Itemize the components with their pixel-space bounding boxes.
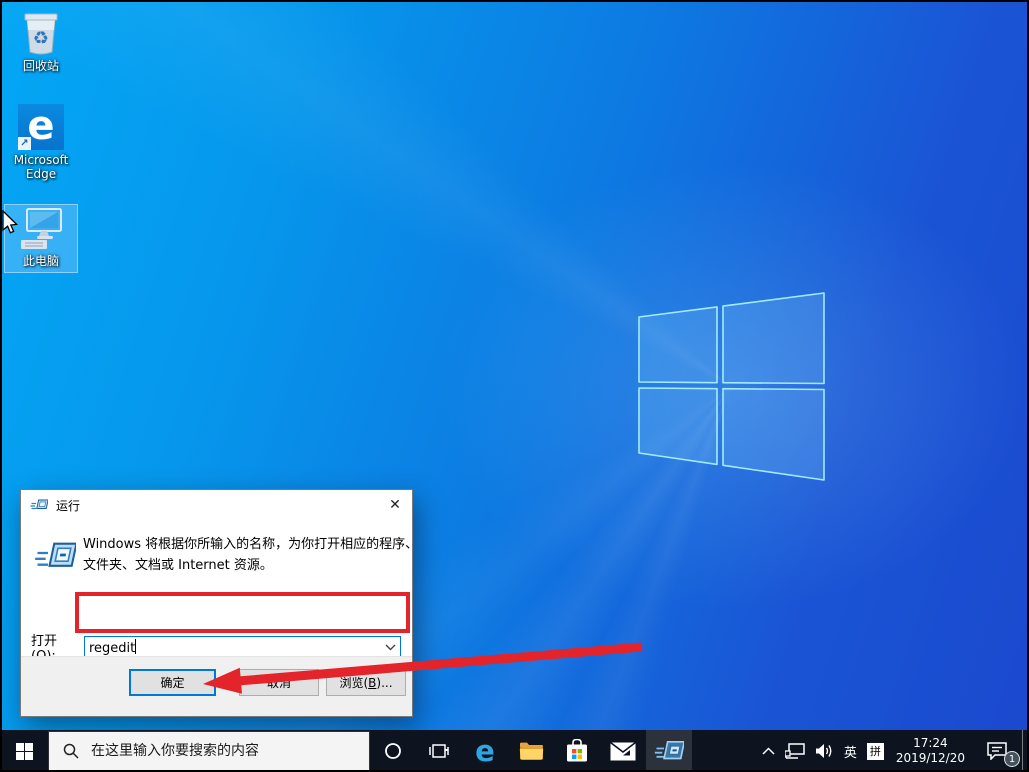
- system-tray: 英 拼 17:24 2019/12/20 1: [757, 730, 1029, 772]
- action-center-button[interactable]: 1: [972, 730, 1022, 772]
- windows-desktop-screen: ♻ 回收站 e ↗ Microsoft Edge 此电脑 运行 ✕ Window…: [0, 0, 1029, 772]
- windows-start-icon: [15, 742, 33, 760]
- tray-volume[interactable]: [810, 730, 839, 772]
- run-dialog-body: Windows 将根据你所输入的名称，为你打开相应的程序、 文件夹、文档或 In…: [21, 520, 418, 664]
- tray-clock[interactable]: 17:24 2019/12/20: [889, 730, 972, 772]
- chevron-down-icon: [385, 644, 395, 650]
- description-line-2: 文件夹、文档或 Internet 资源。: [83, 558, 273, 573]
- taskbar-search-box[interactable]: [48, 731, 370, 771]
- combobox-dropdown-button[interactable]: [380, 644, 400, 651]
- mail-icon: [610, 741, 636, 760]
- run-command-value: regedit: [89, 638, 137, 656]
- taskbar-store-button[interactable]: [554, 730, 600, 772]
- run-dialog-footer: 确定 取消 浏览(B)...: [21, 656, 412, 716]
- run-app-icon: [654, 741, 684, 760]
- microsoft-edge-icon: e ↗: [18, 104, 64, 150]
- taskbar-run-app-button[interactable]: [646, 730, 692, 772]
- tray-ime-mode[interactable]: 拼: [862, 730, 889, 772]
- desktop-icon-label: 此电脑: [22, 254, 59, 268]
- start-button[interactable]: [0, 730, 48, 772]
- recycle-bin-icon: ♻: [24, 13, 58, 55]
- ok-button[interactable]: 确定: [129, 669, 216, 696]
- svg-text:♻: ♻: [33, 28, 49, 49]
- cortana-icon: [385, 743, 401, 759]
- desktop-icon-microsoft-edge[interactable]: e ↗ Microsoft Edge: [6, 104, 76, 181]
- shortcut-arrow-icon: ↗: [18, 137, 31, 150]
- search-input[interactable]: [89, 742, 353, 760]
- task-view-icon: [429, 744, 449, 758]
- show-desktop-button[interactable]: [1022, 730, 1029, 772]
- run-big-icon: [35, 542, 76, 567]
- run-dialog-icon: [30, 499, 48, 510]
- network-ethernet-icon: [784, 743, 805, 759]
- taskbar: e: [0, 730, 1029, 772]
- windows-logo-wallpaper: [638, 292, 825, 481]
- chevron-up-icon: [762, 747, 775, 755]
- run-dialog-titlebar[interactable]: 运行 ✕: [21, 490, 412, 520]
- tray-show-hidden-icons[interactable]: [757, 730, 780, 772]
- text-caret: [135, 638, 137, 654]
- cancel-button[interactable]: 取消: [239, 669, 319, 696]
- speaker-icon: [815, 744, 832, 758]
- browse-button[interactable]: 浏览(B)...: [326, 669, 406, 696]
- close-icon[interactable]: ✕: [378, 491, 412, 520]
- microsoft-store-icon: [567, 739, 587, 762]
- desktop-icon-label: 回收站: [22, 59, 59, 73]
- tray-ime-language[interactable]: 英: [839, 730, 862, 772]
- notification-count-badge: 1: [1004, 751, 1020, 767]
- desktop-icon-recycle-bin[interactable]: ♻ 回收站: [6, 6, 76, 73]
- desktop-icon-label: Microsoft Edge: [13, 153, 69, 181]
- edge-icon: e: [475, 734, 495, 768]
- search-icon: [63, 743, 79, 759]
- tray-network[interactable]: [780, 730, 810, 772]
- ime-pinyin-indicator: 拼: [866, 742, 884, 760]
- clock-date: 2019/12/20: [895, 751, 965, 765]
- run-dialog: 运行 ✕ Windows 将根据你所输入的名称，为你打开相应的程序、 文件夹、文…: [20, 489, 418, 717]
- this-pc-icon: [21, 208, 62, 249]
- desktop-icon-this-pc[interactable]: 此电脑: [4, 204, 78, 273]
- clock-time: 17:24: [913, 736, 948, 750]
- taskbar-mail-button[interactable]: [600, 730, 646, 772]
- file-explorer-icon: [519, 742, 543, 760]
- cortana-button[interactable]: [370, 730, 416, 772]
- run-dialog-description: Windows 将根据你所输入的名称，为你打开相应的程序、 文件夹、文档或 In…: [83, 534, 418, 576]
- task-view-button[interactable]: [416, 730, 462, 772]
- description-line-1: Windows 将根据你所输入的名称，为你打开相应的程序、: [83, 537, 419, 552]
- taskbar-file-explorer-button[interactable]: [508, 730, 554, 772]
- taskbar-edge-button[interactable]: e: [462, 730, 508, 772]
- dialog-title: 运行: [56, 498, 81, 513]
